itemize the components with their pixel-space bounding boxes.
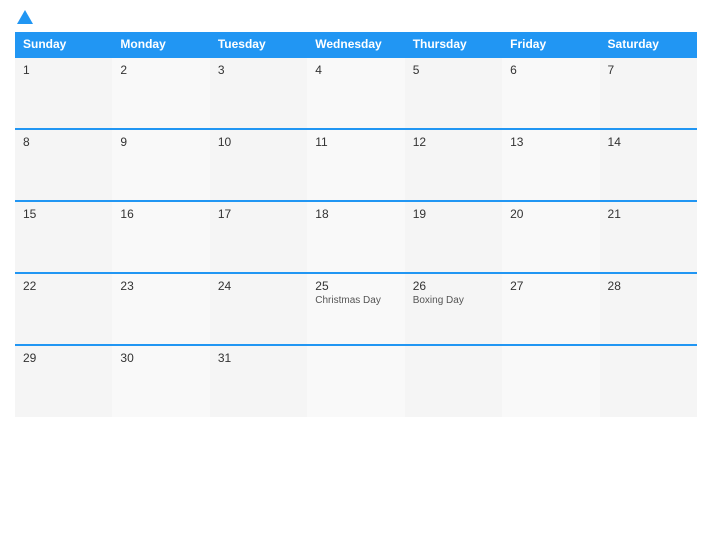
calendar-cell: 21 bbox=[600, 201, 697, 273]
calendar-cell: 24 bbox=[210, 273, 307, 345]
calendar-cell: 27 bbox=[502, 273, 599, 345]
event-label: Boxing Day bbox=[413, 295, 494, 306]
day-number: 16 bbox=[120, 207, 201, 221]
day-number: 28 bbox=[608, 279, 689, 293]
header bbox=[15, 10, 697, 24]
day-number: 12 bbox=[413, 135, 494, 149]
weekday-header-wednesday: Wednesday bbox=[307, 32, 404, 57]
weekday-header-monday: Monday bbox=[112, 32, 209, 57]
day-number: 14 bbox=[608, 135, 689, 149]
day-number: 6 bbox=[510, 63, 591, 77]
day-number: 7 bbox=[608, 63, 689, 77]
calendar-cell: 17 bbox=[210, 201, 307, 273]
calendar-cell: 4 bbox=[307, 57, 404, 129]
day-number: 21 bbox=[608, 207, 689, 221]
calendar-table: SundayMondayTuesdayWednesdayThursdayFrid… bbox=[15, 32, 697, 417]
calendar-cell: 16 bbox=[112, 201, 209, 273]
day-number: 13 bbox=[510, 135, 591, 149]
weekday-header-row: SundayMondayTuesdayWednesdayThursdayFrid… bbox=[15, 32, 697, 57]
calendar-week-row: 8 9 10 11 12 13 14 bbox=[15, 129, 697, 201]
calendar-week-row: 29 30 31 bbox=[15, 345, 697, 417]
calendar-cell: 25 Christmas Day bbox=[307, 273, 404, 345]
day-number: 11 bbox=[315, 135, 396, 149]
calendar-week-row: 22 23 24 25 Christmas Day 26 Boxing Day 27 28 bbox=[15, 273, 697, 345]
calendar-cell: 2 bbox=[112, 57, 209, 129]
day-number: 19 bbox=[413, 207, 494, 221]
weekday-header-thursday: Thursday bbox=[405, 32, 502, 57]
weekday-header-saturday: Saturday bbox=[600, 32, 697, 57]
weekday-header-sunday: Sunday bbox=[15, 32, 112, 57]
calendar-cell: 20 bbox=[502, 201, 599, 273]
day-number: 31 bbox=[218, 351, 299, 365]
calendar-cell: 26 Boxing Day bbox=[405, 273, 502, 345]
calendar-cell bbox=[600, 345, 697, 417]
day-number: 10 bbox=[218, 135, 299, 149]
day-number: 15 bbox=[23, 207, 104, 221]
day-number: 23 bbox=[120, 279, 201, 293]
calendar-cell: 15 bbox=[15, 201, 112, 273]
weekday-header-tuesday: Tuesday bbox=[210, 32, 307, 57]
event-label: Christmas Day bbox=[315, 295, 396, 306]
day-number: 29 bbox=[23, 351, 104, 365]
calendar-cell: 11 bbox=[307, 129, 404, 201]
day-number: 30 bbox=[120, 351, 201, 365]
day-number: 9 bbox=[120, 135, 201, 149]
day-number: 5 bbox=[413, 63, 494, 77]
calendar-cell: 1 bbox=[15, 57, 112, 129]
calendar-cell: 31 bbox=[210, 345, 307, 417]
calendar-cell bbox=[502, 345, 599, 417]
weekday-header-friday: Friday bbox=[502, 32, 599, 57]
calendar-week-row: 1 2 3 4 5 6 7 bbox=[15, 57, 697, 129]
day-number: 18 bbox=[315, 207, 396, 221]
day-number: 26 bbox=[413, 279, 494, 293]
calendar-cell: 19 bbox=[405, 201, 502, 273]
logo bbox=[15, 10, 33, 24]
day-number: 25 bbox=[315, 279, 396, 293]
calendar-cell: 18 bbox=[307, 201, 404, 273]
calendar-cell: 5 bbox=[405, 57, 502, 129]
calendar-cell bbox=[307, 345, 404, 417]
calendar-cell bbox=[405, 345, 502, 417]
calendar-cell: 7 bbox=[600, 57, 697, 129]
calendar-cell: 29 bbox=[15, 345, 112, 417]
calendar-cell: 3 bbox=[210, 57, 307, 129]
day-number: 4 bbox=[315, 63, 396, 77]
day-number: 22 bbox=[23, 279, 104, 293]
calendar-cell: 13 bbox=[502, 129, 599, 201]
calendar-cell: 6 bbox=[502, 57, 599, 129]
calendar-cell: 22 bbox=[15, 273, 112, 345]
day-number: 17 bbox=[218, 207, 299, 221]
day-number: 20 bbox=[510, 207, 591, 221]
calendar-cell: 9 bbox=[112, 129, 209, 201]
calendar-week-row: 15 16 17 18 19 20 21 bbox=[15, 201, 697, 273]
day-number: 1 bbox=[23, 63, 104, 77]
calendar-cell: 8 bbox=[15, 129, 112, 201]
calendar-cell: 28 bbox=[600, 273, 697, 345]
day-number: 3 bbox=[218, 63, 299, 77]
calendar-cell: 30 bbox=[112, 345, 209, 417]
calendar-cell: 12 bbox=[405, 129, 502, 201]
calendar-cell: 23 bbox=[112, 273, 209, 345]
page: SundayMondayTuesdayWednesdayThursdayFrid… bbox=[0, 0, 712, 550]
day-number: 24 bbox=[218, 279, 299, 293]
calendar-cell: 10 bbox=[210, 129, 307, 201]
day-number: 2 bbox=[120, 63, 201, 77]
calendar-cell: 14 bbox=[600, 129, 697, 201]
day-number: 8 bbox=[23, 135, 104, 149]
day-number: 27 bbox=[510, 279, 591, 293]
logo-triangle-icon bbox=[17, 10, 33, 24]
